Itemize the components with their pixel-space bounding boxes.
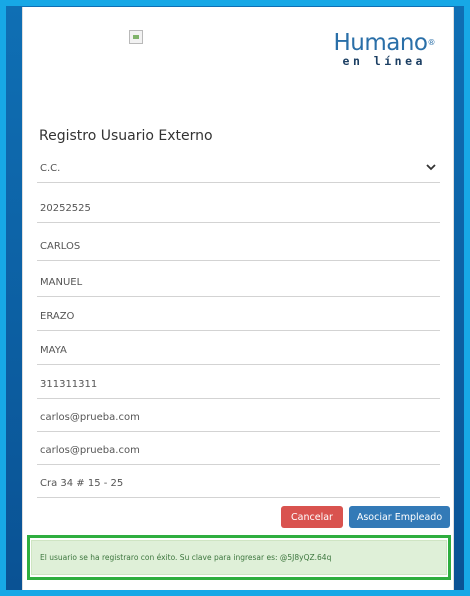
first-surname-value: ERAZO	[40, 311, 75, 322]
associate-employee-button[interactable]: Asociar Empleado	[349, 506, 450, 528]
doc-type-value: C.C.	[40, 163, 61, 174]
broken-image-icon	[129, 30, 143, 44]
first-name-field[interactable]: CARLOS	[37, 233, 440, 261]
success-message: El usuario se ha registraro con éxito. S…	[40, 553, 332, 562]
form-title: Registro Usuario Externo	[39, 128, 213, 144]
second-surname-field[interactable]: MAYA	[37, 337, 440, 365]
confirm-email-value: carlos@prueba.com	[40, 445, 140, 456]
second-name-field[interactable]: MANUEL	[37, 269, 440, 297]
chevron-down-icon[interactable]	[426, 163, 436, 171]
phone-value: 311311311	[40, 379, 98, 390]
logo-registered-mark: ®	[427, 38, 436, 47]
document-number-field[interactable]: 20252525	[37, 195, 440, 223]
humano-logo: Humano® en línea	[333, 31, 435, 67]
first-surname-field[interactable]: ERAZO	[37, 303, 440, 331]
document-number-value: 20252525	[40, 203, 91, 214]
address-field[interactable]: Cra 34 # 15 - 25	[37, 470, 440, 498]
doc-type-select[interactable]: C.C.	[37, 155, 440, 183]
second-name-value: MANUEL	[40, 277, 83, 288]
first-name-value: CARLOS	[40, 241, 81, 252]
logo-main-text: Humano	[333, 30, 428, 56]
confirm-email-field[interactable]: carlos@prueba.com	[37, 437, 440, 465]
logo-subtitle: en línea	[342, 54, 426, 68]
registration-card: Humano® en línea Registro Usuario Extern…	[22, 7, 454, 590]
success-alert: El usuario se ha registraro con éxito. S…	[31, 540, 447, 575]
email-value: carlos@prueba.com	[40, 412, 140, 423]
second-surname-value: MAYA	[40, 345, 67, 356]
cancel-button[interactable]: Cancelar	[281, 506, 343, 528]
address-value: Cra 34 # 15 - 25	[40, 478, 124, 489]
email-field[interactable]: carlos@prueba.com	[37, 404, 440, 432]
phone-field[interactable]: 311311311	[37, 371, 440, 399]
